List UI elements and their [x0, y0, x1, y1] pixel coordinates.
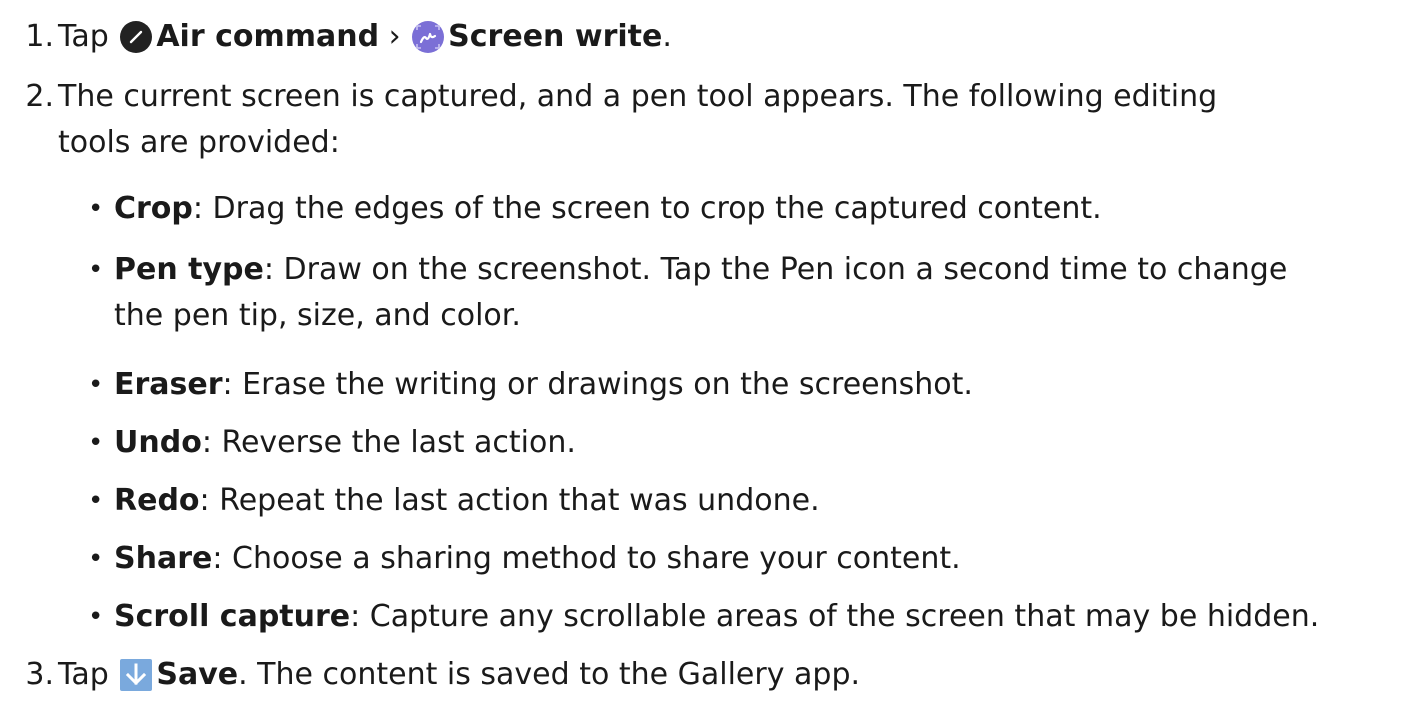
tool-desc: : Erase the writing or drawings on the s… [222, 367, 973, 402]
step-text: Tap Save. The content is saved to the Ga… [58, 652, 860, 698]
tool-text: Redo: Repeat the last action that was un… [114, 478, 820, 524]
tool-item-pen-type: • Pen type: Draw on the screenshot. Tap … [88, 247, 1287, 339]
tool-name: Eraser [114, 367, 223, 402]
tool-item-crop: • Crop: Drag the edges of the screen to … [88, 186, 1102, 232]
tool-name: Crop [114, 191, 193, 226]
step-number: 2. [25, 79, 54, 114]
tool-desc: : Draw on the screenshot. Tap the Pen ic… [263, 252, 1288, 287]
step-number: 1. [25, 19, 54, 54]
tool-text: Undo: Reverse the last action. [114, 420, 576, 466]
breadcrumb-separator: › [388, 19, 401, 54]
tool-name: Undo [114, 425, 202, 460]
bullet: • [88, 428, 104, 458]
screen-write-icon [412, 21, 445, 53]
tool-item-undo: • Undo: Reverse the last action. [88, 420, 576, 466]
bullet: • [88, 602, 104, 632]
bullet: • [88, 194, 104, 224]
tool-desc: : Capture any scrollable areas of the sc… [350, 599, 1320, 634]
step-2: 2. The current screen is captured, and a… [0, 74, 1217, 166]
instructions-page: 1. Tap Air command › Screen write. 2. Th… [0, 0, 1416, 713]
step-1: 1. Tap Air command › Screen write. [0, 14, 672, 60]
tool-item-redo: • Redo: Repeat the last action that was … [88, 478, 820, 524]
save-label: Save [156, 657, 239, 692]
tool-name: Share [114, 541, 213, 576]
tool-item-share: • Share: Choose a sharing method to shar… [88, 536, 961, 582]
download-arrow-icon [120, 659, 153, 691]
air-command-label: Air command [156, 19, 380, 54]
step-text: The current screen is captured, and a pe… [58, 74, 1217, 166]
step-line-1: The current screen is captured, and a pe… [58, 79, 1218, 114]
tap-word: Tap [58, 657, 109, 692]
tap-word: Tap [58, 19, 109, 54]
bullet: • [88, 544, 104, 574]
tool-desc: : Choose a sharing method to share your … [212, 541, 961, 576]
tool-desc: : Repeat the last action that was undone… [199, 483, 820, 518]
tool-name: Pen type [114, 252, 264, 287]
bullet: • [88, 370, 104, 400]
tool-text: Share: Choose a sharing method to share … [114, 536, 961, 582]
tool-name: Scroll capture [114, 599, 351, 634]
tool-item-scroll-capture: • Scroll capture: Capture any scrollable… [88, 594, 1319, 640]
tool-desc: : Reverse the last action. [201, 425, 576, 460]
step-3: 3. Tap Save. The content is saved to the… [0, 652, 860, 698]
tool-line-1: Pen type: Draw on the screenshot. Tap th… [114, 247, 1287, 293]
step-number: 3. [25, 657, 54, 692]
step-suffix: . The content is saved to the Gallery ap… [238, 657, 861, 692]
bullet: • [88, 255, 104, 285]
pen-circle-icon [120, 21, 153, 53]
tool-text: Pen type: Draw on the screenshot. Tap th… [114, 247, 1287, 339]
tool-item-eraser: • Eraser: Erase the writing or drawings … [88, 362, 973, 408]
screen-write-label: Screen write [448, 19, 663, 54]
tool-name: Redo [114, 483, 200, 518]
bullet: • [88, 486, 104, 516]
tool-line-2: the pen tip, size, and color. [114, 298, 521, 333]
step-text: Tap Air command › Screen write. [58, 14, 672, 60]
tool-text: Scroll capture: Capture any scrollable a… [114, 594, 1319, 640]
period: . [662, 19, 672, 54]
step-line-2: tools are provided: [58, 125, 340, 160]
tool-text: Crop: Drag the edges of the screen to cr… [114, 186, 1102, 232]
tool-desc: : Drag the edges of the screen to crop t… [192, 191, 1102, 226]
tool-text: Eraser: Erase the writing or drawings on… [114, 362, 973, 408]
